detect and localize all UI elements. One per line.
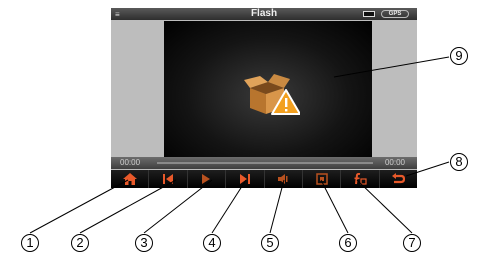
callout-1: 1: [21, 234, 39, 252]
callout-6: 6: [339, 234, 357, 252]
callout-4: 4: [203, 234, 221, 252]
callout-2: 2: [71, 234, 89, 252]
callout-7: 7: [403, 234, 421, 252]
callout-9: 9: [450, 47, 468, 65]
callout-8: 8: [450, 153, 468, 171]
callout-lines: [29, 56, 450, 234]
callout-3: 3: [135, 234, 153, 252]
callout-5: 5: [261, 234, 279, 252]
